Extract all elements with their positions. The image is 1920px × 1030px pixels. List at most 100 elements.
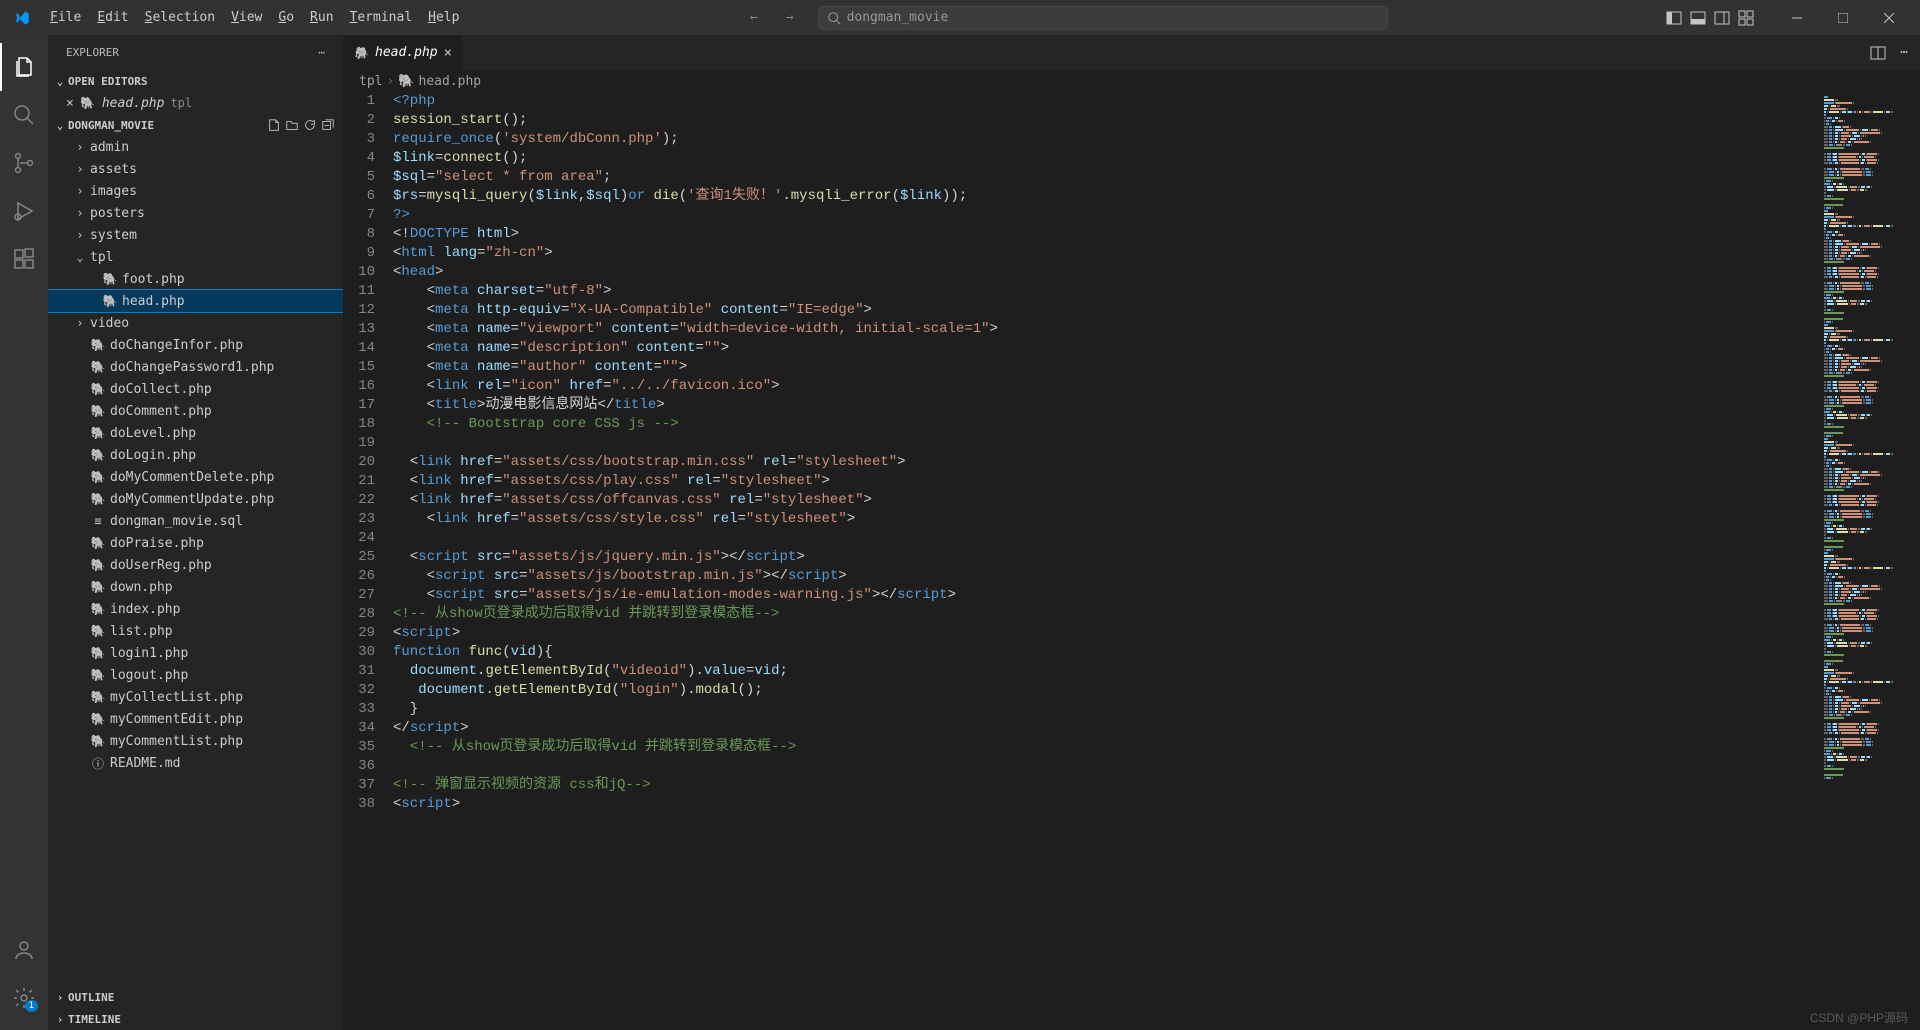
search-icon xyxy=(827,11,841,25)
file-item[interactable]: 🐘logout.php xyxy=(48,664,343,686)
menu-help[interactable]: Help xyxy=(420,6,467,29)
folder-item[interactable]: ›assets xyxy=(48,158,343,180)
php-icon: 🐘 xyxy=(90,579,106,595)
menu-view[interactable]: View xyxy=(223,6,270,29)
menu-terminal[interactable]: Terminal xyxy=(342,6,421,29)
chevron-right-icon: › xyxy=(74,206,86,220)
file-item[interactable]: 🐘list.php xyxy=(48,620,343,642)
window-minimize-button[interactable] xyxy=(1774,0,1820,35)
activity-settings[interactable]: 1 xyxy=(0,974,48,1022)
project-folder-header[interactable]: ⌄ DONGMAN_MOVIE xyxy=(48,114,343,136)
activity-accounts[interactable] xyxy=(0,926,48,974)
layout-sidebar-right-icon[interactable] xyxy=(1714,10,1730,26)
chevron-right-icon: › xyxy=(74,140,86,154)
file-item[interactable]: 🐘doChangePassword1.php xyxy=(48,356,343,378)
layout-sidebar-left-icon[interactable] xyxy=(1666,10,1682,26)
activity-run-debug[interactable] xyxy=(0,187,48,235)
chevron-right-icon: › xyxy=(386,74,394,89)
nav-forward-icon[interactable]: → xyxy=(782,6,798,29)
code-editor[interactable]: 1234567891011121314151617181920212223242… xyxy=(343,92,1920,1030)
file-item[interactable]: 🐘head.php xyxy=(48,290,343,312)
menu-file[interactable]: File xyxy=(42,6,89,29)
close-tab-icon[interactable]: × xyxy=(444,45,452,61)
php-icon: 🐘 xyxy=(90,403,106,419)
more-actions-icon[interactable]: ⋯ xyxy=(1900,45,1908,60)
minimap[interactable] xyxy=(1820,92,1920,1030)
file-item[interactable]: 🐘index.php xyxy=(48,598,343,620)
open-editors-header[interactable]: ⌄ OPEN EDITORS xyxy=(48,70,343,92)
window-maximize-button[interactable] xyxy=(1820,0,1866,35)
file-item[interactable]: ⓘREADME.md xyxy=(48,752,343,774)
file-item[interactable]: 🐘doChangeInfor.php xyxy=(48,334,343,356)
php-icon: 🐘 xyxy=(90,535,106,551)
folder-item[interactable]: ›images xyxy=(48,180,343,202)
php-icon: 🐘 xyxy=(90,447,106,463)
activity-explorer[interactable] xyxy=(0,43,48,91)
menu-run[interactable]: Run xyxy=(302,6,341,29)
collapse-all-icon[interactable] xyxy=(321,118,335,132)
debug-icon xyxy=(12,199,36,223)
breadcrumbs[interactable]: tpl › 🐘 head.php xyxy=(343,70,1920,92)
folder-item[interactable]: ›video xyxy=(48,312,343,334)
file-item[interactable]: 🐘doPraise.php xyxy=(48,532,343,554)
split-editor-icon[interactable] xyxy=(1870,45,1886,61)
file-item[interactable]: 🐘down.php xyxy=(48,576,343,598)
file-item[interactable]: 🐘myCommentList.php xyxy=(48,730,343,752)
activity-source-control[interactable] xyxy=(0,139,48,187)
open-editor-item[interactable]: × 🐘 head.php tpl xyxy=(48,92,343,114)
file-item[interactable]: 🐘doLevel.php xyxy=(48,422,343,444)
activity-extensions[interactable] xyxy=(0,235,48,283)
file-item[interactable]: 🐘doCollect.php xyxy=(48,378,343,400)
folder-item[interactable]: ›admin xyxy=(48,136,343,158)
chevron-right-icon: › xyxy=(74,184,86,198)
breadcrumb-item[interactable]: head.php xyxy=(419,74,482,89)
file-item[interactable]: 🐘myCommentEdit.php xyxy=(48,708,343,730)
php-icon: 🐘 xyxy=(90,645,106,661)
file-item[interactable]: 🐘doLogin.php xyxy=(48,444,343,466)
new-file-icon[interactable] xyxy=(267,118,281,132)
close-icon[interactable]: × xyxy=(66,96,74,111)
window-close-button[interactable] xyxy=(1866,0,1912,35)
file-item[interactable]: 🐘myCollectList.php xyxy=(48,686,343,708)
file-item[interactable]: 🐘doMyCommentDelete.php xyxy=(48,466,343,488)
layout-customize-icon[interactable] xyxy=(1738,10,1754,26)
file-item[interactable]: 🐘login1.php xyxy=(48,642,343,664)
menu-edit[interactable]: Edit xyxy=(89,6,136,29)
php-icon: 🐘 xyxy=(90,667,106,683)
file-item[interactable]: ≡dongman_movie.sql xyxy=(48,510,343,532)
chevron-right-icon: › xyxy=(74,316,86,330)
file-item[interactable]: 🐘foot.php xyxy=(48,268,343,290)
editor-tab[interactable]: 🐘 head.php × xyxy=(343,35,463,70)
php-icon: 🐘 xyxy=(90,359,106,375)
breadcrumb-item[interactable]: tpl xyxy=(359,74,382,89)
refresh-icon[interactable] xyxy=(303,118,317,132)
settings-badge: 1 xyxy=(25,1000,38,1012)
outline-header[interactable]: › OUTLINE xyxy=(48,986,343,1008)
nav-back-icon[interactable]: ← xyxy=(746,6,762,29)
menu-go[interactable]: Go xyxy=(270,6,302,29)
activity-search[interactable] xyxy=(0,91,48,139)
php-icon: 🐘 xyxy=(90,469,106,485)
command-center-search[interactable]: dongman_movie xyxy=(818,6,1388,30)
layout-panel-icon[interactable] xyxy=(1690,10,1706,26)
php-icon: 🐘 xyxy=(90,491,106,507)
timeline-header[interactable]: › TIMELINE xyxy=(48,1008,343,1030)
info-icon: ⓘ xyxy=(90,755,106,771)
php-icon: 🐘 xyxy=(90,601,106,617)
code-content[interactable]: <?phpsession_start();require_once('syste… xyxy=(393,92,1820,1030)
folder-item[interactable]: ›posters xyxy=(48,202,343,224)
file-item[interactable]: 🐘doMyCommentUpdate.php xyxy=(48,488,343,510)
sidebar-more-icon[interactable]: ⋯ xyxy=(318,46,325,59)
menu-selection[interactable]: Selection xyxy=(137,6,223,29)
watermark-text: CSDN @PHP源码 xyxy=(1810,1009,1908,1026)
source-control-icon xyxy=(12,151,36,175)
php-icon: 🐘 xyxy=(90,337,106,353)
php-icon: 🐘 xyxy=(90,557,106,573)
folder-item[interactable]: ›system xyxy=(48,224,343,246)
file-item[interactable]: 🐘doUserReg.php xyxy=(48,554,343,576)
vscode-logo-icon xyxy=(14,10,30,26)
file-item[interactable]: 🐘doComment.php xyxy=(48,400,343,422)
new-folder-icon[interactable] xyxy=(285,118,299,132)
folder-item[interactable]: ⌄tpl xyxy=(48,246,343,268)
chevron-right-icon: › xyxy=(74,228,86,242)
